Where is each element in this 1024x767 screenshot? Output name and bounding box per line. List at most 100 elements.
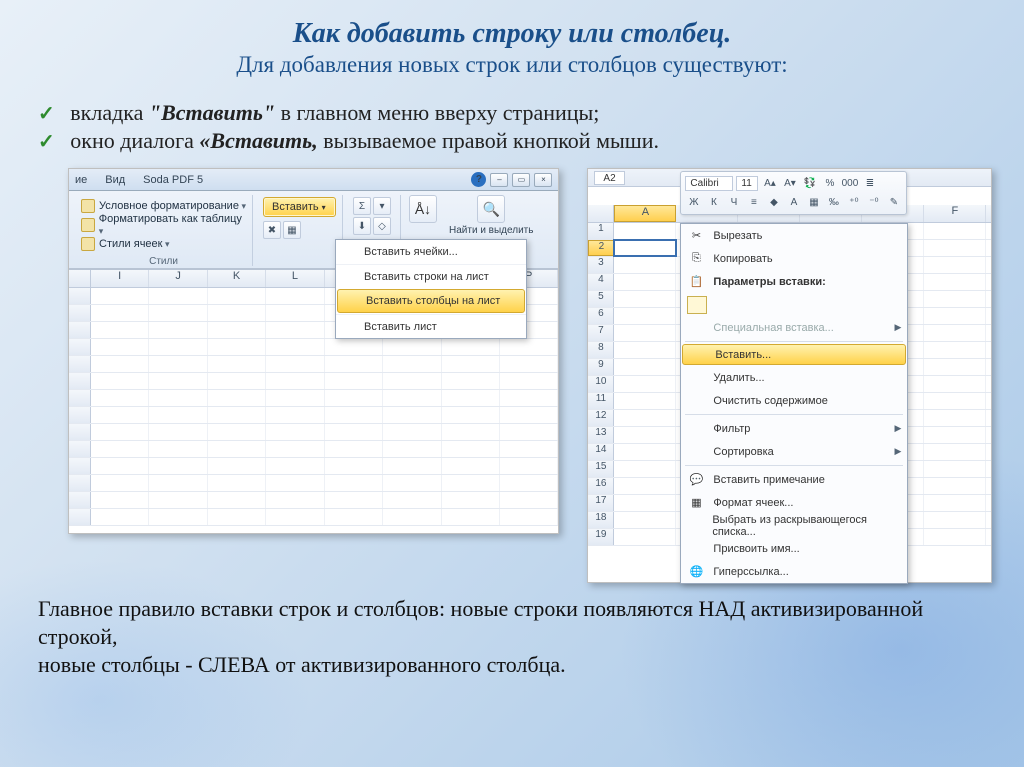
cell[interactable] — [325, 390, 383, 406]
cell[interactable] — [924, 478, 986, 494]
cell[interactable] — [325, 475, 383, 491]
cell[interactable] — [442, 475, 500, 491]
cell[interactable] — [924, 308, 986, 324]
cell[interactable] — [149, 305, 207, 321]
cell[interactable] — [325, 441, 383, 457]
ctx-cut[interactable]: ✂Вырезать — [681, 224, 907, 247]
cell[interactable] — [924, 291, 986, 307]
fill-button[interactable]: ⬇ — [353, 217, 371, 235]
row-header[interactable] — [69, 407, 91, 423]
cell-styles-button[interactable]: Стили ячеек — [81, 235, 246, 252]
cell[interactable] — [91, 475, 149, 491]
cell[interactable] — [266, 339, 324, 355]
cell[interactable] — [325, 339, 383, 355]
cell[interactable] — [208, 509, 266, 525]
row-header[interactable]: 3 — [588, 257, 614, 273]
cell[interactable] — [614, 427, 676, 443]
ctx-format-cells[interactable]: ▦Формат ячеек... — [681, 491, 907, 514]
cell[interactable] — [149, 339, 207, 355]
cell[interactable] — [208, 407, 266, 423]
toolbar-button[interactable]: К — [705, 194, 722, 211]
cell[interactable] — [266, 373, 324, 389]
cell[interactable] — [924, 512, 986, 528]
insert-split-button[interactable]: Вставить ▾ — [263, 197, 336, 217]
cell[interactable] — [91, 322, 149, 338]
cell[interactable] — [325, 407, 383, 423]
cell[interactable] — [325, 424, 383, 440]
cell[interactable] — [91, 339, 149, 355]
cell[interactable] — [614, 444, 676, 460]
cell[interactable] — [149, 356, 207, 372]
row-header[interactable]: 14 — [588, 444, 614, 460]
cell[interactable] — [442, 424, 500, 440]
cell[interactable] — [149, 390, 207, 406]
cell[interactable] — [614, 393, 676, 409]
cell[interactable] — [442, 492, 500, 508]
cell[interactable] — [91, 356, 149, 372]
cell[interactable] — [383, 356, 441, 372]
cell[interactable] — [149, 475, 207, 491]
cell[interactable] — [924, 257, 986, 273]
row-header[interactable] — [69, 509, 91, 525]
cell[interactable] — [208, 475, 266, 491]
cell[interactable] — [266, 356, 324, 372]
toolbar-button[interactable]: ≡ — [745, 194, 762, 211]
cell[interactable] — [500, 424, 558, 440]
row-header[interactable]: 8 — [588, 342, 614, 358]
cell[interactable] — [500, 509, 558, 525]
toolbar-button[interactable]: A▾ — [781, 175, 798, 192]
cell[interactable] — [208, 458, 266, 474]
cell[interactable] — [266, 509, 324, 525]
toolbar-button[interactable]: % — [821, 175, 838, 192]
toolbar-button[interactable]: ▦ — [805, 194, 822, 211]
cell[interactable] — [208, 305, 266, 321]
row-header[interactable]: 9 — [588, 359, 614, 375]
cell[interactable] — [614, 512, 676, 528]
cell[interactable] — [383, 390, 441, 406]
cell[interactable] — [149, 509, 207, 525]
minimize-ribbon-icon[interactable]: – — [490, 173, 508, 187]
cell[interactable] — [500, 339, 558, 355]
font-name-field[interactable]: Calibri — [685, 176, 733, 191]
cell[interactable] — [325, 509, 383, 525]
ctx-insert-comment[interactable]: 💬Вставить примечание — [681, 468, 907, 491]
ctx-filter[interactable]: Фильтр▶ — [681, 417, 907, 440]
cell[interactable] — [325, 458, 383, 474]
column-header[interactable]: A — [614, 205, 676, 222]
cell[interactable] — [208, 356, 266, 372]
cell[interactable] — [924, 359, 986, 375]
cell[interactable] — [91, 492, 149, 508]
cell[interactable] — [924, 393, 986, 409]
row-header[interactable] — [69, 339, 91, 355]
cell[interactable] — [442, 373, 500, 389]
ctx-delete[interactable]: Удалить... — [681, 366, 907, 389]
cell[interactable] — [614, 274, 676, 290]
cell[interactable] — [149, 288, 207, 304]
cell[interactable] — [614, 223, 676, 239]
cell[interactable] — [208, 492, 266, 508]
column-header[interactable]: F — [924, 205, 986, 222]
menu-insert-cells[interactable]: Вставить ячейки... — [336, 240, 526, 264]
ctx-copy[interactable]: ⎘Копировать — [681, 247, 907, 270]
select-all-corner[interactable] — [588, 205, 614, 222]
cell[interactable] — [614, 529, 676, 545]
ctx-pick-from-list[interactable]: Выбрать из раскрывающегося списка... — [681, 514, 907, 537]
cell[interactable] — [500, 373, 558, 389]
font-size-field[interactable]: 11 — [736, 176, 758, 191]
cell[interactable] — [208, 373, 266, 389]
cell[interactable] — [208, 322, 266, 338]
cell[interactable] — [614, 257, 676, 273]
row-header[interactable]: 15 — [588, 461, 614, 477]
cell[interactable] — [149, 441, 207, 457]
toolbar-button[interactable]: ✎ — [885, 194, 902, 211]
cell[interactable] — [442, 390, 500, 406]
cell[interactable] — [500, 475, 558, 491]
ctx-paste-option-default[interactable] — [681, 293, 907, 316]
row-header[interactable] — [69, 305, 91, 321]
cell[interactable] — [383, 339, 441, 355]
cell[interactable] — [614, 495, 676, 511]
format-cells-button[interactable]: ▦ — [283, 221, 301, 239]
cell[interactable] — [149, 492, 207, 508]
row-header[interactable] — [69, 288, 91, 304]
cell[interactable] — [383, 475, 441, 491]
